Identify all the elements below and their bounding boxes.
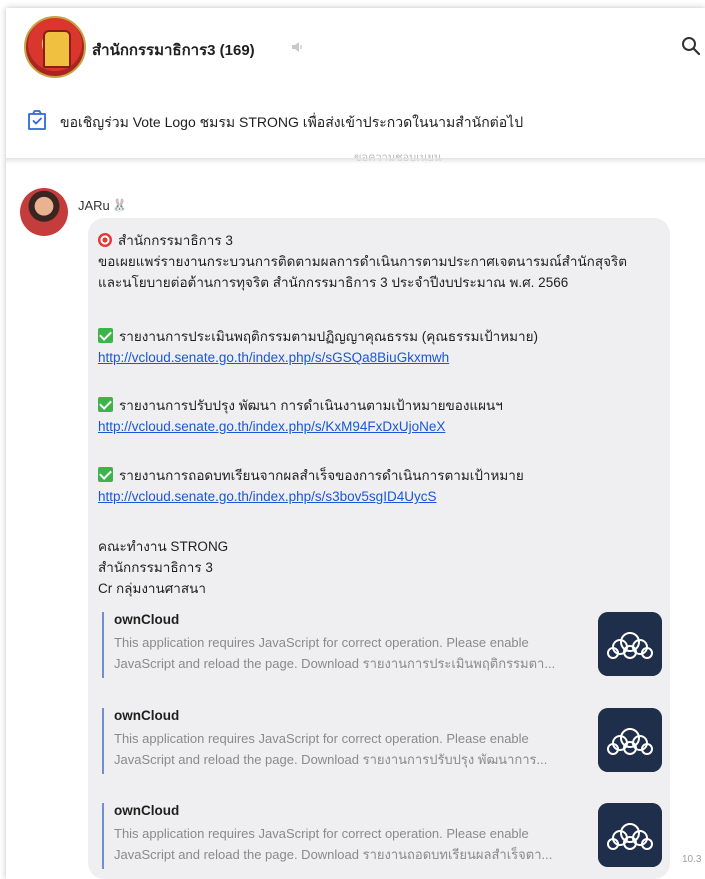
group-avatar[interactable] [24,16,86,78]
preview-description: This application requires JavaScript for… [114,826,553,862]
preview-description: This application requires JavaScript for… [114,731,548,767]
preview-accent-bar [102,803,104,869]
report-item-label: รายงานการปรับปรุง พัฒนา การดำเนินงานตามเ… [98,395,503,416]
checkmark-icon [98,397,113,412]
preview-title: ownCloud [114,612,180,627]
mute-icon [292,42,302,52]
report-item-label: รายงานการถอดบทเรียนจากผลสำเร็จของการดำเน… [98,465,524,486]
group-title[interactable]: สำนักกรรมาธิการ3 (169) [92,38,255,62]
crest-icon [43,30,71,68]
sender-emoji: 🐰 [112,198,127,212]
link-preview[interactable]: ownCloud This application requires JavaS… [102,612,662,682]
signature-line: คณะทำงาน STRONG [98,539,229,554]
message-intro-line: และนโยบายต่อต้านการทุจริต สำนักกรรมาธิกา… [98,275,569,290]
preview-accent-bar [102,708,104,774]
preview-description: This application requires JavaScript for… [114,635,556,671]
link-preview[interactable]: ownCloud This application requires JavaS… [102,708,662,778]
report-link[interactable]: http://vcloud.senate.go.th/index.php/s/K… [98,419,445,434]
sender-name[interactable]: JARu [78,198,110,213]
link-preview[interactable]: ownCloud This application requires JavaS… [102,803,662,873]
checkmark-icon [98,328,113,343]
checkmark-icon [98,467,113,482]
search-icon[interactable] [679,34,703,58]
pinned-text: ขอเชิญร่วม Vote Logo ชมรม STRONG เพื่อส่… [60,114,524,130]
signature-line: สำนักกรรมาธิการ 3 [98,560,213,575]
checkbox-icon [28,110,46,130]
message-bubble[interactable]: สำนักกรรมาธิการ 3 ขอเผยแพร่รายงานกระบวนก… [88,218,670,879]
preview-title: ownCloud [114,708,180,723]
report-link[interactable]: http://vcloud.senate.go.th/index.php/s/s… [98,489,436,504]
chat-window: สำนักกรรมาธิการ3 (169) ขอเชิญร่วม Vote L… [6,8,705,879]
preview-title: ownCloud [114,803,180,818]
report-link[interactable]: http://vcloud.senate.go.th/index.php/s/s… [98,350,449,365]
target-icon [98,233,112,247]
owncloud-icon [598,708,662,772]
sender-avatar[interactable] [20,188,68,236]
message-intro-line: ขอเผยแพร่รายงานกระบวนการติดตามผลการดำเนิ… [98,254,628,269]
signature-line: Cr กลุ่มงานศาสนา [98,581,206,596]
message-heading: สำนักกรรมาธิการ 3 [98,230,233,251]
owncloud-icon [598,612,662,676]
pinned-announcement[interactable]: ขอเชิญร่วม Vote Logo ชมรม STRONG เพื่อส่… [6,90,705,164]
report-item-label: รายงานการประเมินพฤติกรรมตามปฏิญญาคุณธรรม… [98,326,538,347]
chat-header: สำนักกรรมาธิการ3 (169) [6,8,705,90]
message-timestamp: 10.3 [682,854,702,865]
owncloud-icon [598,803,662,867]
preview-accent-bar [102,612,104,678]
divider [6,158,705,164]
